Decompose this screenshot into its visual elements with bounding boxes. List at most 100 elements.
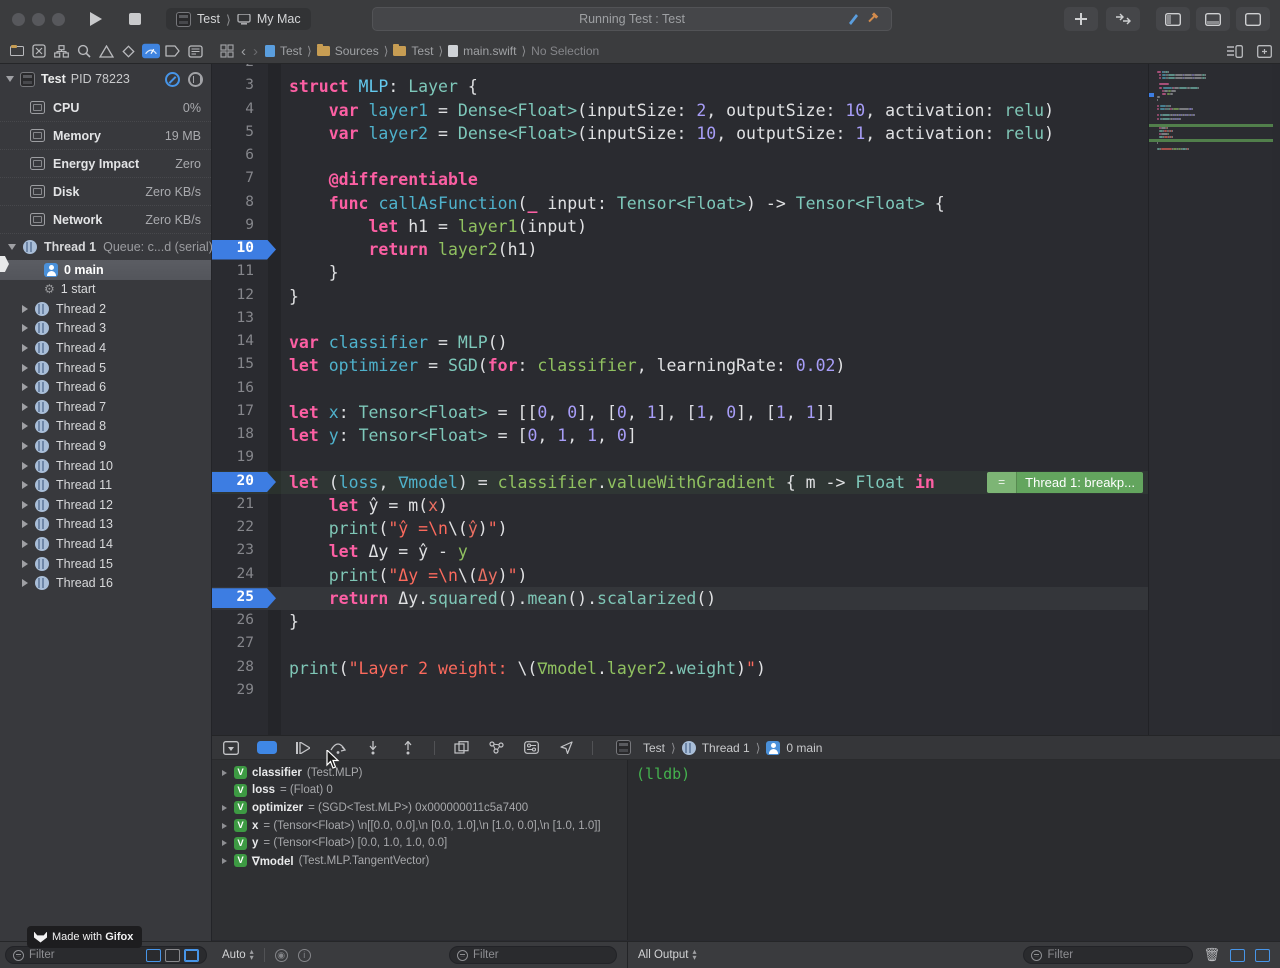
add-editor-icon[interactable] (1257, 45, 1272, 58)
sidebar-thread-row[interactable]: Thread 7 (0, 397, 211, 417)
issue-navigator-tab[interactable] (97, 43, 115, 60)
sidebar-thread-row[interactable]: Thread 4 (0, 338, 211, 358)
line-number[interactable]: 4 (212, 101, 268, 117)
debug-navigator-tab[interactable] (142, 43, 160, 60)
disclosure-triangle-icon[interactable] (222, 858, 227, 864)
show-crashed-threads-icon[interactable] (165, 949, 180, 962)
code-line[interactable]: 10 return layer2(h1) (212, 238, 1148, 261)
breakpoints-toggle-button[interactable] (257, 741, 277, 754)
line-number[interactable]: 9 (212, 217, 268, 233)
step-into-button[interactable] (364, 740, 382, 756)
sidebar-thread-row[interactable]: Thread 12 (0, 495, 211, 515)
disclosure-triangle-icon[interactable] (22, 324, 28, 332)
show-variables-view-toggle[interactable] (1230, 949, 1245, 962)
code-review-button[interactable] (1106, 7, 1140, 31)
gutter[interactable]: 11 (212, 261, 268, 284)
code-line[interactable]: 9 let h1 = layer1(input) (212, 215, 1148, 238)
gutter[interactable]: 14 (212, 331, 268, 354)
gauge-row-disk[interactable]: DiskZero KB/s (0, 178, 211, 206)
pause-gauge-icon[interactable] (165, 72, 180, 87)
disclosure-triangle-icon[interactable] (22, 383, 28, 391)
close-window-icon[interactable] (12, 13, 25, 26)
gutter[interactable]: 25 (212, 587, 268, 610)
variable-row[interactable]: Vy= (Tensor<Float>) [0.0, 1.0, 1.0, 0.0] (212, 834, 627, 852)
view-options-icon[interactable] (188, 72, 203, 87)
breadcrumb-item[interactable]: Test (411, 44, 433, 58)
gutter[interactable]: 22 (212, 517, 268, 540)
line-number[interactable]: 19 (212, 449, 268, 465)
line-number[interactable]: 11 (212, 263, 268, 279)
frame-row[interactable]: 0 main (0, 260, 211, 280)
debug-view-hierarchy-button[interactable] (452, 740, 470, 756)
code-line[interactable]: 16 (212, 378, 1148, 401)
code-line[interactable]: 17let x: Tensor<Float> = [[0, 0], [0, 1]… (212, 401, 1148, 424)
breadcrumb-item[interactable]: No Selection (531, 44, 599, 58)
gutter[interactable]: 20 (212, 471, 268, 494)
zoom-window-icon[interactable] (52, 13, 65, 26)
gutter[interactable]: 6 (212, 145, 268, 168)
sidebar-thread-row[interactable]: Thread 13 (0, 515, 211, 535)
symbol-navigator-tab[interactable] (53, 43, 71, 60)
line-number[interactable]: 16 (212, 380, 268, 396)
code-line[interactable]: 4 var layer1 = Dense<Float>(inputSize: 2… (212, 99, 1148, 122)
console-view[interactable]: (lldb) (627, 760, 1280, 940)
simulate-location-button[interactable] (557, 740, 575, 756)
info-icon[interactable]: i (298, 949, 311, 962)
test-navigator-tab[interactable] (119, 43, 137, 60)
variable-row[interactable]: V∇model(Test.MLP.TangentVector) (212, 852, 627, 870)
gutter[interactable]: 19 (212, 447, 268, 470)
continue-button[interactable] (294, 740, 312, 756)
breadcrumb-item[interactable]: Sources (335, 44, 379, 58)
line-number[interactable]: 3 (212, 77, 268, 93)
line-number[interactable]: 2 (212, 64, 268, 70)
code-line[interactable]: 26} (212, 610, 1148, 633)
line-number[interactable]: 13 (212, 310, 268, 326)
gutter[interactable]: 7 (212, 168, 268, 191)
console-filter-field[interactable]: Filter (1023, 946, 1193, 964)
line-number[interactable]: 29 (212, 682, 268, 698)
debug-memory-graph-button[interactable] (487, 740, 505, 756)
line-number[interactable]: 26 (212, 612, 268, 628)
code-line[interactable]: 21 let ŷ = m(x) (212, 494, 1148, 517)
gutter[interactable]: 15 (212, 354, 268, 377)
editor-issue-icon[interactable] (847, 12, 860, 25)
gutter[interactable]: 17 (212, 401, 268, 424)
line-number[interactable]: 12 (212, 287, 268, 303)
line-number[interactable]: 6 (212, 147, 268, 163)
back-button[interactable]: ‹ (241, 43, 246, 60)
line-number[interactable]: 20 (212, 473, 268, 489)
sidebar-thread-row[interactable]: Thread 10 (0, 456, 211, 476)
code-line[interactable]: 7 @differentiable (212, 168, 1148, 191)
gutter[interactable]: 18 (212, 424, 268, 447)
source-control-navigator-tab[interactable] (30, 43, 48, 60)
source-editor[interactable]: 23struct MLP: Layer {4 var layer1 = Dens… (212, 64, 1280, 735)
variables-scope-dropdown[interactable]: Auto ▴▾ (222, 949, 254, 962)
breakpoint-navigator-tab[interactable] (164, 43, 182, 60)
gutter[interactable]: 27 (212, 633, 268, 656)
disclosure-triangle-icon[interactable] (22, 540, 28, 548)
line-number[interactable]: 5 (212, 124, 268, 140)
sidebar-thread-row[interactable]: Thread 3 (0, 319, 211, 339)
code-line[interactable]: 23 let Δy = ŷ - y (212, 540, 1148, 563)
gutter[interactable]: 5 (212, 122, 268, 145)
line-number[interactable]: 14 (212, 333, 268, 349)
show-running-blocks-icon[interactable] (146, 949, 161, 962)
gutter[interactable]: 2 (212, 64, 268, 75)
code-line[interactable]: 22 print("ŷ =\n\(ŷ)") (212, 517, 1148, 540)
disclosure-triangle-icon[interactable] (222, 770, 227, 776)
disclosure-triangle-icon[interactable] (22, 305, 28, 313)
forward-button[interactable]: › (253, 43, 258, 60)
line-number[interactable]: 7 (212, 170, 268, 186)
gutter[interactable]: 13 (212, 308, 268, 331)
disclosure-triangle-icon[interactable] (22, 442, 28, 450)
code-line[interactable]: 20let (loss, ∇model) = classifier.valueW… (212, 471, 1148, 494)
gutter[interactable]: 28 (212, 657, 268, 680)
sidebar-thread-row[interactable]: Thread 16 (0, 573, 211, 593)
disclosure-triangle-icon[interactable] (8, 244, 16, 250)
flag-icon[interactable]: ◉ (275, 949, 288, 962)
variable-row[interactable]: Vclassifier(Test.MLP) (212, 764, 627, 782)
sidebar-thread-row[interactable]: Thread 15 (0, 554, 211, 574)
disclosure-triangle-icon[interactable] (22, 344, 28, 352)
report-navigator-tab[interactable] (186, 43, 204, 60)
code-line[interactable]: 25 return Δy.squared().mean().scalarized… (212, 587, 1148, 610)
